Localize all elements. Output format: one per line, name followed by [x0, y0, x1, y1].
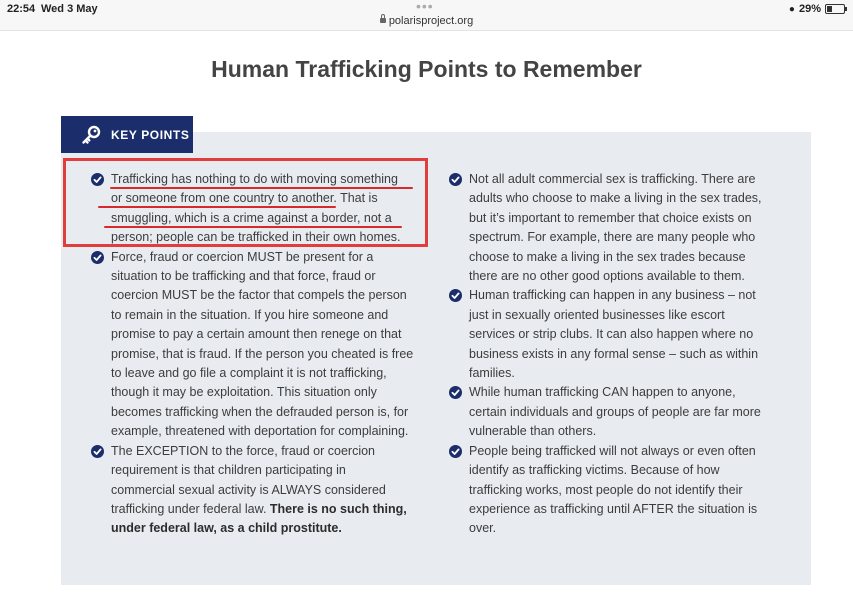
- battery-icon: [825, 4, 847, 14]
- item-line: While human trafficking CAN happen to an…: [469, 385, 736, 400]
- key-points-right-column: Not all adult commercial sex is traffick…: [449, 170, 789, 539]
- item-line: requirement is that children participati…: [111, 463, 346, 478]
- red-annotation-box: [63, 158, 428, 247]
- key-points-label: KEY POINTS: [111, 127, 190, 142]
- item-line: families.: [469, 366, 515, 381]
- item-line: spectrum. For example, there are many pe…: [469, 230, 756, 245]
- item-line: there are no other good options availabl…: [469, 269, 745, 284]
- item-line: becomes trafficking when the defrauded p…: [111, 404, 409, 419]
- address-bar[interactable]: polarisproject.org: [0, 14, 853, 27]
- item-line: promise, that is fraud. If the person yo…: [111, 346, 414, 361]
- list-item: Not all adult commercial sex is traffick…: [449, 170, 789, 286]
- status-bar: 22:54 Wed 3 May ••• polarisproject.org ●…: [0, 0, 853, 31]
- red-underline-mark: [110, 187, 413, 189]
- item-line: vulnerable than others.: [469, 424, 597, 439]
- item-line: People being trafficked will not always …: [469, 443, 756, 458]
- item-line: trafficking works, most people do not id…: [469, 482, 743, 497]
- item-line: Force, fraud or coercion MUST be present…: [111, 249, 374, 264]
- item-line: over.: [469, 521, 497, 536]
- check-circle-icon: [91, 250, 104, 264]
- status-time: 22:54: [7, 3, 36, 15]
- list-item: People being trafficked will not always …: [449, 442, 789, 539]
- item-line: business exists in any formal sense – su…: [469, 346, 759, 361]
- item-line: identify as trafficking victims. Because…: [469, 463, 720, 478]
- status-date: Wed 3 May: [41, 3, 98, 15]
- item-line: to leave and go file a complaint it is n…: [111, 366, 387, 381]
- item-text: trafficking under federal law.: [111, 501, 270, 516]
- red-underline-mark: [104, 226, 402, 228]
- item-line: situation to be trafficking and that for…: [111, 269, 376, 284]
- item-line: trafficking under federal law. There is …: [111, 500, 431, 519]
- item-bold-line: under federal law, as a child prostitute…: [111, 521, 342, 536]
- battery-percent: 29%: [798, 3, 821, 15]
- url-text: polarisproject.org: [388, 15, 474, 27]
- item-line: to remain in the situation. If you hire …: [111, 307, 389, 322]
- status-right: ● 29%: [788, 3, 847, 15]
- check-circle-icon: [449, 173, 462, 186]
- multitask-dots-icon[interactable]: •••: [416, 0, 434, 14]
- item-bold-text: There is no such thing,: [269, 501, 407, 516]
- item-line: The EXCEPTION to the force, fraud or coe…: [111, 443, 376, 458]
- item-line: Human trafficking can happen in any busi…: [469, 288, 756, 303]
- key-icon: [81, 125, 101, 145]
- item-line: though it may be exploitation. This situ…: [111, 385, 377, 400]
- item-line: promise to pay a certain amount then ren…: [111, 327, 402, 342]
- check-circle-icon: [91, 444, 104, 458]
- item-line: certain individuals and groups of people…: [469, 404, 761, 419]
- item-line: just in sexually oriented businesses lik…: [469, 307, 725, 322]
- red-underline-mark: [98, 206, 336, 208]
- page-title: Human Trafficking Points to Remember: [211, 56, 642, 82]
- check-circle-icon: [449, 289, 462, 303]
- item-line: coercion MUST be the factor that compels…: [111, 288, 407, 303]
- item-line: experience as trafficking until AFTER th…: [469, 501, 758, 516]
- list-item: The EXCEPTION to the force, fraud or coe…: [91, 442, 431, 539]
- item-line: commercial sexual activity is ALWAYS con…: [111, 482, 386, 497]
- item-line: services or strip clubs. It can also hap…: [469, 327, 754, 342]
- item-line: but it’s important to remember that choi…: [469, 210, 752, 225]
- wifi-icon: ●: [788, 3, 795, 15]
- key-points-tab: KEY POINTS: [61, 116, 193, 153]
- item-line: example, threatened with deportation for…: [111, 424, 409, 439]
- list-item: Human trafficking can happen in any busi…: [449, 286, 789, 383]
- item-line: choose to make a living in the sex trade…: [469, 249, 746, 264]
- list-item: While human trafficking CAN happen to an…: [449, 383, 789, 441]
- check-circle-icon: [449, 444, 462, 458]
- lock-icon: [379, 14, 386, 23]
- item-line: Not all adult commercial sex is traffick…: [469, 172, 756, 186]
- item-line: adults who choose to make a living in th…: [469, 191, 762, 206]
- list-item: Force, fraud or coercion MUST be present…: [91, 248, 431, 442]
- check-circle-icon: [449, 386, 462, 400]
